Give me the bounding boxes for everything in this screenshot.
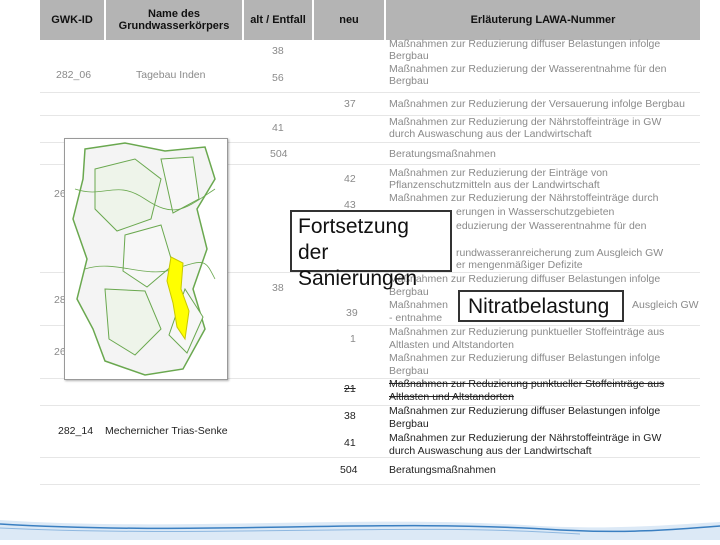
- description-line: Maßnahmen zur Reduzierung diffuser Belas…: [389, 405, 661, 417]
- description-line: rundwasseranreicherung zum Ausgleich GW: [456, 247, 664, 259]
- description-line: erungen in Wasserschutzgebieten: [456, 206, 615, 218]
- description-line: Maßnahmen zur Reduzierung der Nährstoffe…: [389, 116, 662, 128]
- description-line: er mengenmäßiger Defizite: [456, 259, 583, 271]
- neu-value: 41: [344, 437, 356, 449]
- description-line: Maßnahmen zur Reduzierung der Versauerun…: [389, 98, 685, 110]
- header-erlaeuterung: Erläuterung LAWA-Nummer: [386, 0, 700, 40]
- description-line: Maßnahmen zur Reduzierung diffuser Belas…: [389, 38, 661, 50]
- gwk-id-cell: 282_06: [56, 69, 92, 81]
- description-line: Bergbau: [389, 75, 429, 87]
- description-line: Ausgleich GW: [632, 299, 699, 311]
- description-line: Beratungsmaßnahmen: [389, 148, 496, 160]
- groundwater-map-image: [64, 138, 228, 380]
- sanierung-callout: Fortsetzung der Sanierungen: [290, 210, 452, 290]
- gwk-name-cell: Tagebau Inden: [136, 69, 206, 81]
- neu-value: 39: [346, 307, 358, 319]
- description-line: Maßnahmen zur Reduzierung der Nährstoffe…: [389, 432, 662, 444]
- alt-value: 41: [272, 122, 284, 134]
- description-line: durch Auswaschung aus der Landwirtschaft: [389, 128, 592, 140]
- gwk-id-cell: 282_14: [58, 425, 94, 437]
- header-gwk-id: GWK-ID: [40, 0, 104, 40]
- description-line: Maßnahmen zur Reduzierung diffuser Belas…: [389, 352, 661, 364]
- description-line: Beratungsmaßnahmen: [389, 464, 496, 476]
- description-line: Bergbau: [389, 418, 429, 430]
- alt-value: 56: [272, 72, 284, 84]
- alt-value: 38: [272, 282, 284, 294]
- neu-value: 1: [350, 333, 356, 345]
- description-line: durch Auswaschung aus der Landwirtschaft: [389, 445, 592, 457]
- neu-value: 504: [340, 464, 358, 476]
- alt-value: 38: [272, 45, 284, 57]
- map-drawing: [65, 139, 227, 379]
- description-line: Maßnahmen zur Reduzierung der Einträge v…: [389, 167, 608, 179]
- header-name: Name des Grundwasserkörpers: [106, 0, 242, 40]
- description-line: eduzierung der Wasserentnahme für den: [456, 220, 647, 232]
- neu-value: 42: [344, 173, 356, 185]
- row-separator: [40, 92, 700, 93]
- description-line: Bergbau: [389, 50, 429, 62]
- gwk-name-cell: Mechernicher Trias-Senke: [105, 425, 228, 437]
- description-line: Maßnahmen zur Reduzierung der Nährstoffe…: [389, 192, 659, 204]
- neu-value: 37: [344, 98, 356, 110]
- description-line: Maßnahmen: [389, 299, 448, 311]
- alt-value: 504: [270, 148, 288, 160]
- description-line: Bergbau: [389, 365, 429, 377]
- description-line: Maßnahmen zur Reduzierung der Wasserentn…: [389, 63, 667, 75]
- description-line: Pflanzenschutzmitteln aus der Landwirtsc…: [389, 179, 600, 191]
- row-separator: [40, 484, 700, 485]
- description-line: Altlasten und Altstandorten: [389, 339, 514, 351]
- nitrat-callout: Nitratbelastung: [458, 290, 624, 322]
- description-line: Maßnahmen zur Reduzierung punktueller St…: [389, 378, 665, 390]
- description-line: - entnahme: [389, 312, 443, 324]
- description-line: Altlasten und Altstandorten: [389, 391, 514, 403]
- neu-value: 38: [344, 410, 356, 422]
- sanierung-callout-line2: Sanierungen: [298, 267, 418, 290]
- row-separator: [40, 457, 700, 458]
- neu-value: 21: [344, 383, 356, 395]
- sanierung-callout-line1: Fortsetzung der: [298, 215, 409, 264]
- footer-wave-band: [0, 514, 720, 540]
- header-neu: neu: [314, 0, 384, 40]
- header-alt: alt / Entfall: [244, 0, 312, 40]
- description-line: Maßnahmen zur Reduzierung punktueller St…: [389, 326, 665, 338]
